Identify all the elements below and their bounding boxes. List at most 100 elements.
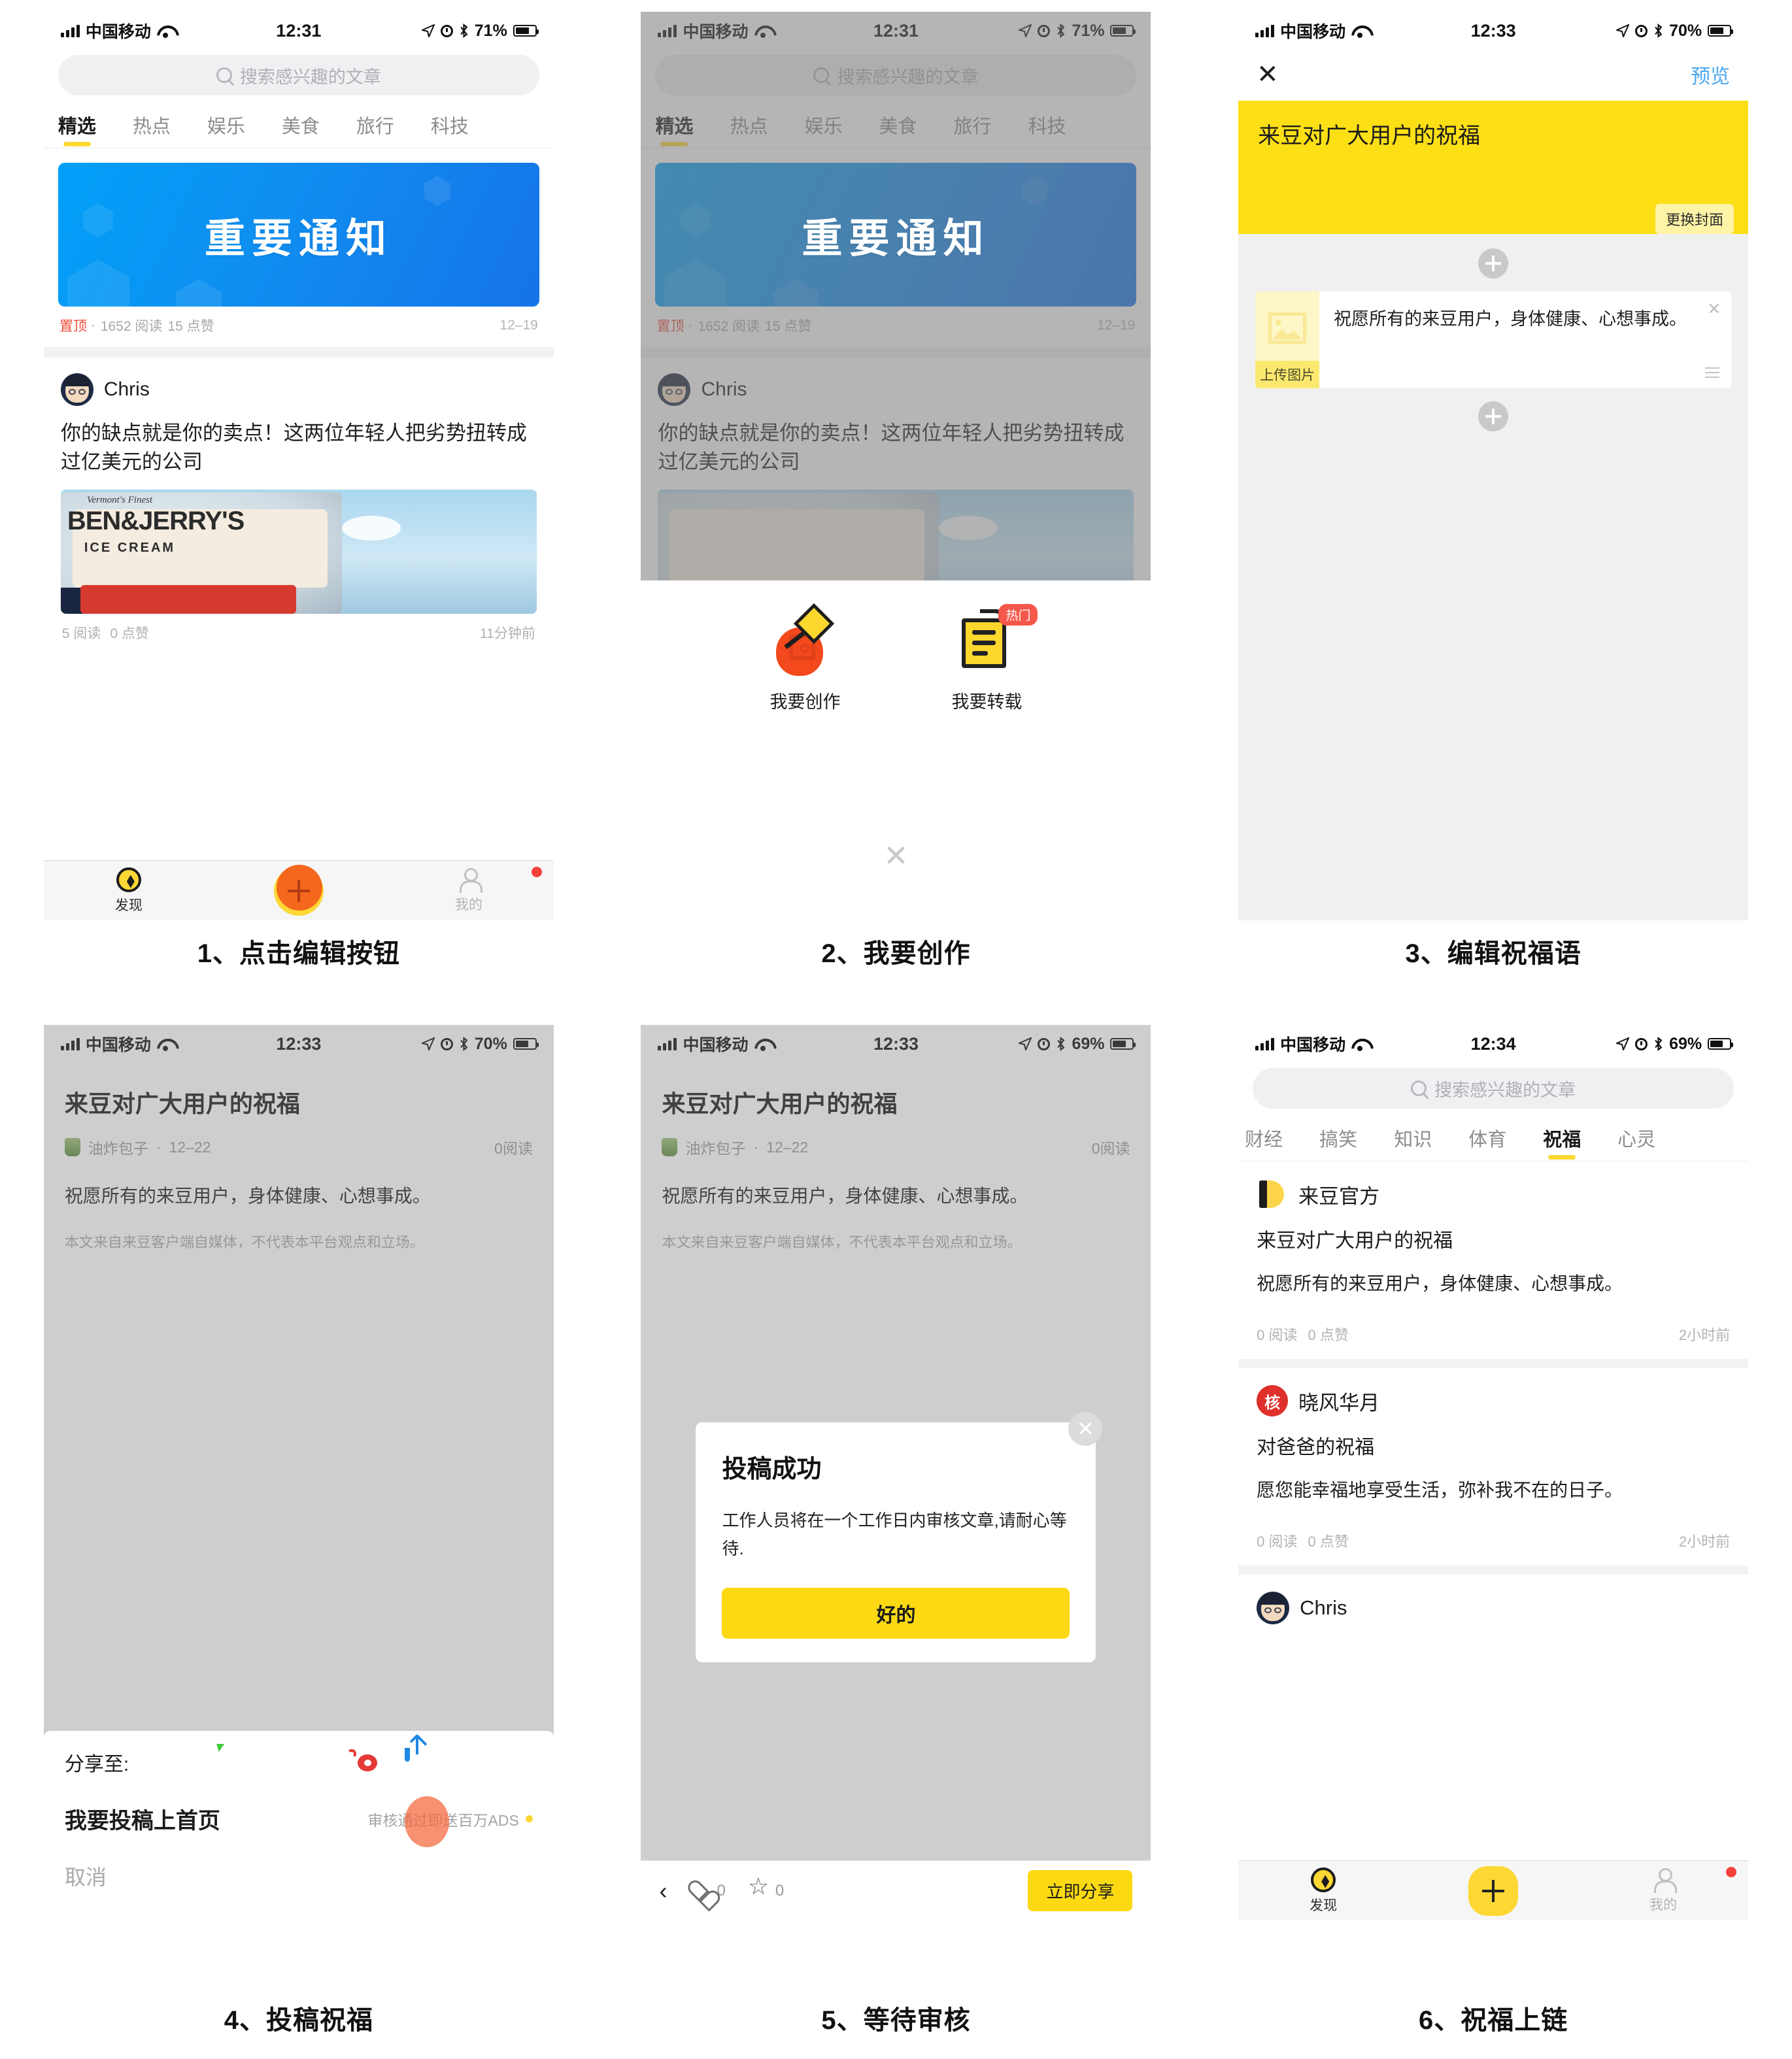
tab-zhufu[interactable]: 祝福 [1543, 1122, 1581, 1161]
tab-tiyu[interactable]: 体育 [1468, 1122, 1506, 1161]
article-card[interactable]: Chris 你的缺点就是你的卖点！这两位年轻人把劣势扭转成过亿美元的公司 Ver… [44, 358, 554, 643]
block-image-slot[interactable]: 上传图片 [1255, 292, 1320, 388]
share-now-button[interactable]: 立即分享 [1028, 1870, 1133, 1911]
tab-keji[interactable]: 科技 [431, 109, 469, 148]
feed-title[interactable]: 来豆对广大用户的祝福 [1257, 1224, 1730, 1253]
nav-discover[interactable]: 发现 [44, 867, 214, 914]
feed-author-row[interactable]: Chris [1257, 1592, 1730, 1624]
tab-yule[interactable]: 娱乐 [207, 109, 245, 148]
feed-time: 2小时前 [1678, 1533, 1731, 1550]
unread-dot [1726, 1866, 1737, 1877]
hex-decoration [424, 176, 450, 206]
tab-redian[interactable]: 热点 [133, 109, 171, 148]
nav-create[interactable] [214, 864, 384, 916]
category-tabs[interactable]: 精选 热点 娱乐 美食 旅行 科技 [43, 105, 554, 148]
action-create[interactable]: 我要创作 [769, 603, 840, 713]
status-left: 中国移动 [1255, 19, 1368, 42]
create-fab-button[interactable] [1468, 1866, 1519, 1916]
success-dialog[interactable]: ✕ 投稿成功 工作人员将在一个工作日内审核文章,请耐心等待. 好的 [696, 1412, 1103, 1662]
cover-area[interactable]: 来豆对广大用户的祝福 更换封面 [1238, 101, 1749, 246]
bottom-nav[interactable]: 发现 我的 [1238, 1860, 1749, 1920]
feed-author-row[interactable]: 来豆官方 [1257, 1179, 1730, 1210]
battery-percent: 70% [1669, 21, 1702, 40]
change-cover-button[interactable]: 更换封面 [1655, 204, 1734, 234]
panel-1: 中国移动 12:31 71% 搜索感兴趣的文章 精选 热点 娱乐 美食 旅行 科… [0, 0, 598, 1007]
caption-1: 1、点击编辑按钮 [197, 939, 400, 968]
create-action-sheet[interactable]: 我要创作 热门 我要转载 ✕ [641, 580, 1151, 920]
add-block-button-top[interactable] [1478, 248, 1509, 278]
modal-scrim[interactable]: 我要创作 热门 我要转载 ✕ [641, 12, 1151, 920]
featured-banner-wrap[interactable]: 重要通知 [44, 148, 554, 307]
action-repost[interactable]: 热门 我要转载 [951, 604, 1038, 713]
content-block[interactable]: 上传图片 祝愿所有的来豆用户，身体健康、心想事成。 ✕ [1255, 292, 1732, 388]
tab-gaoxiao[interactable]: 搞笑 [1319, 1122, 1357, 1161]
article-author-row[interactable]: Chris [60, 373, 537, 406]
feed-title[interactable]: 对爸爸的祝福 [1257, 1431, 1730, 1460]
weibo-icon[interactable] [347, 1748, 385, 1777]
author-avatar-icon [64, 1138, 80, 1156]
search-input[interactable]: 搜索感兴趣的文章 [1253, 1068, 1734, 1109]
featured-banner[interactable]: 重要通知 [58, 163, 539, 307]
plus-icon [287, 879, 310, 902]
tab-jingxuan[interactable]: 精选 [58, 109, 96, 148]
caption-5: 5、等待审核 [821, 2006, 971, 2035]
preview-button[interactable]: 预览 [1691, 60, 1730, 89]
dialog-confirm-button[interactable]: 好的 [722, 1587, 1070, 1639]
close-icon[interactable]: ✕ [1257, 61, 1279, 88]
submit-to-home-button[interactable]: 我要投稿上首页 [65, 1803, 220, 1835]
export-icon[interactable] [405, 1748, 433, 1777]
bottom-nav[interactable]: 发现 我的 [43, 860, 554, 920]
like-control[interactable]: 0 [690, 1882, 725, 1900]
dialog-title: 投稿成功 [722, 1456, 822, 1483]
article-thumbnail[interactable]: Vermont's Finest BEN&JERRY'S ICE CREAM [60, 490, 537, 614]
list-item[interactable]: Chris [1238, 1575, 1748, 1639]
create-fab-button[interactable] [273, 864, 324, 916]
tab-meishi[interactable]: 美食 [282, 109, 320, 148]
search-bar[interactable]: 搜索感兴趣的文章 [44, 50, 554, 105]
list-item[interactable]: 核 晓风华月 对爸爸的祝福 愿您能幸福地享受生活，弥补我不在的日子。 0 阅读 … [1238, 1368, 1748, 1565]
submit-row[interactable]: 我要投稿上首页 审核通过即送百万ADS [65, 1796, 533, 1847]
search-bar[interactable]: 搜索感兴趣的文章 [1238, 1063, 1748, 1118]
favorite-control[interactable]: 0 [748, 1875, 784, 1900]
remove-block-icon[interactable]: ✕ [1707, 299, 1721, 319]
block-text-input[interactable]: 祝愿所有的来豆用户，身体健康、心想事成。 [1319, 292, 1731, 388]
qzone-icon[interactable]: Z [308, 1748, 337, 1777]
search-input[interactable]: 搜索感兴趣的文章 [58, 55, 539, 95]
drag-handle-icon[interactable] [1705, 367, 1720, 378]
article-bottom-bar[interactable]: ‹ 0 0 立即分享 [641, 1860, 1151, 1920]
cover-title-input[interactable]: 来豆对广大用户的祝福 [1258, 118, 1729, 150]
list-item[interactable]: 来豆官方 来豆对广大用户的祝福 祝愿所有的来豆用户，身体健康、心想事成。 0 阅… [1238, 1162, 1748, 1359]
upload-image-label[interactable]: 上传图片 [1255, 361, 1320, 388]
category-tabs[interactable]: 财经 搞笑 知识 体育 祝福 心灵 [1238, 1118, 1749, 1162]
thumb-sub-text: ICE CREAM [84, 541, 176, 556]
tab-lvxing[interactable]: 旅行 [356, 109, 394, 148]
qq-icon[interactable] [260, 1748, 288, 1777]
close-icon[interactable]: ✕ [1068, 1412, 1103, 1446]
share-targets-row[interactable]: 分享至: Z [65, 1748, 533, 1777]
panel-3: 中国移动 12:33 70% ✕ 预览 来豆对广大用户的祝福 更换封面 上传图片… [1194, 0, 1792, 1007]
clock-label: 12:33 [276, 1033, 322, 1054]
nav-mine[interactable]: 我的 [1578, 1866, 1748, 1914]
battery-icon [1110, 1038, 1136, 1050]
share-sheet[interactable]: 分享至: Z 我要投稿上首页 审核通过即送百万ADS [43, 1731, 554, 1920]
tab-caijing[interactable]: 财经 [1245, 1122, 1283, 1161]
nav-mine[interactable]: 我的 [384, 866, 554, 914]
feed-author-row[interactable]: 核 晓风华月 [1257, 1385, 1730, 1416]
article-title[interactable]: 你的缺点就是你的卖点！这两位年轻人把劣势扭转成过亿美元的公司 [61, 419, 537, 477]
clock-label: 12:33 [1470, 20, 1516, 41]
tab-zhishi[interactable]: 知识 [1394, 1122, 1432, 1161]
repost-doc-icon: 热门 [953, 604, 1038, 676]
add-block-button-bottom[interactable] [1478, 401, 1509, 431]
back-icon[interactable]: ‹ [659, 1877, 667, 1905]
nav-discover[interactable]: 发现 [1238, 1867, 1408, 1915]
tab-xinling[interactable]: 心灵 [1617, 1122, 1655, 1161]
wechat-icon[interactable] [211, 1748, 240, 1777]
cancel-button[interactable]: 取消 [65, 1861, 533, 1891]
nav-create[interactable] [1408, 1866, 1578, 1916]
status-bar: 中国移动 12:33 70% [1238, 12, 1748, 50]
meipai-icon[interactable] [163, 1748, 192, 1777]
editor-toolbar[interactable]: ✕ 预览 [1238, 50, 1748, 101]
editor-body[interactable]: 上传图片 祝愿所有的来豆用户，身体健康、心想事成。 ✕ [1238, 234, 1749, 920]
close-icon[interactable]: ✕ [883, 838, 909, 873]
article-view-date: 12–22 [766, 1138, 809, 1156]
